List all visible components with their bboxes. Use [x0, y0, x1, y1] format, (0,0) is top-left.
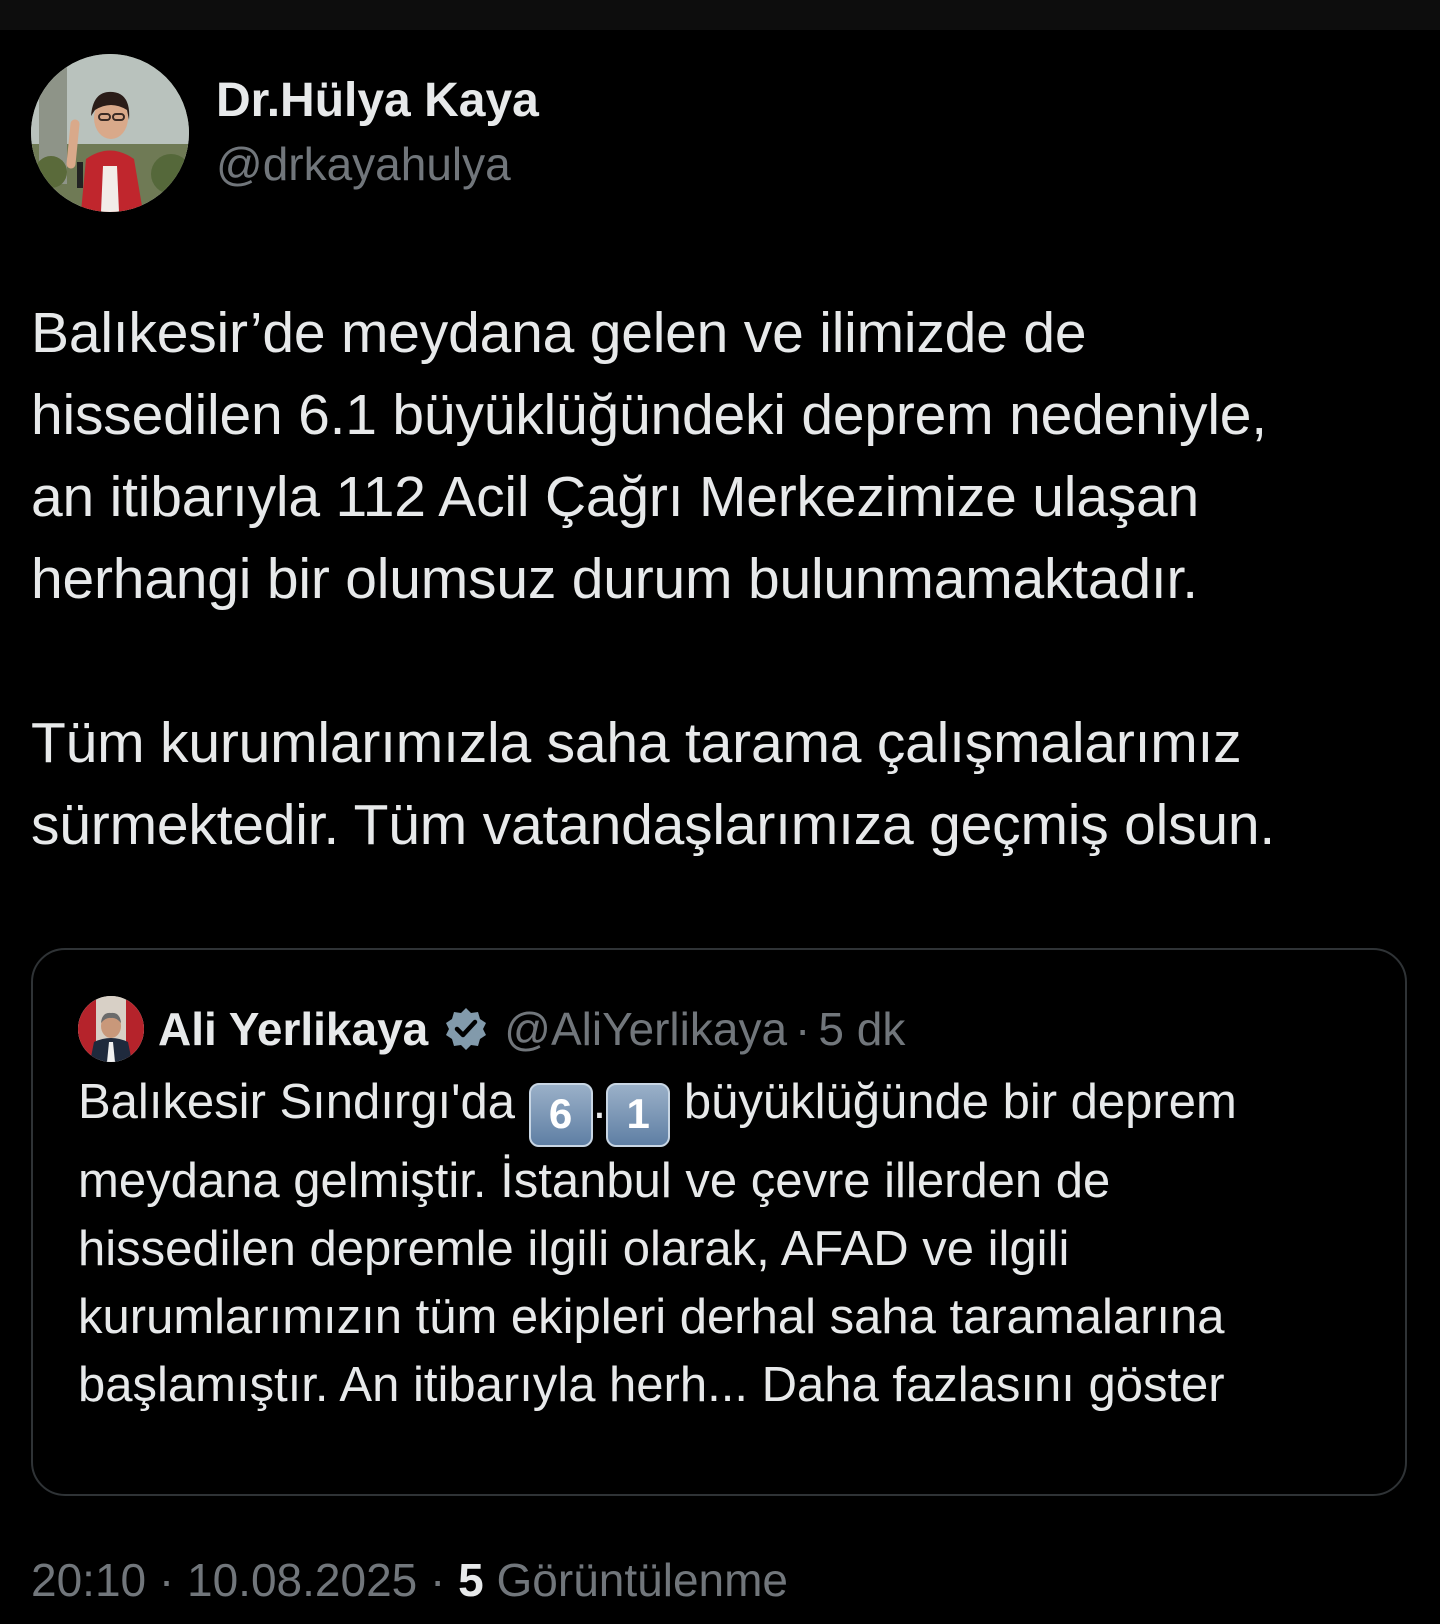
views-label: Görüntülenme — [496, 1554, 789, 1606]
tweet-text-line: Tüm kurumlarımızla saha tarama çalışmala… — [31, 711, 1242, 775]
author-row: Dr.Hülya Kaya @drkayahulya — [31, 53, 539, 213]
top-status-strip — [0, 0, 1440, 30]
tweet-meta: 20:10 · 10.08.2025 · 5 Görüntülenme — [31, 1550, 788, 1610]
tweet-text-line: Balıkesir’de meydana gelen ve ilimizde d… — [31, 301, 1087, 365]
quoted-text-segment: Balıkesir Sındırgı'da — [78, 1075, 529, 1129]
tweet-text-line: sürmektedir. Tüm vatandaşlarımıza geçmiş… — [31, 793, 1276, 857]
show-more-link[interactable]: Daha fazlasını göster — [762, 1358, 1225, 1412]
quoted-author-avatar[interactable] — [78, 996, 144, 1062]
keycap-six-emoji: 6 — [528, 1083, 593, 1147]
meta-separator: · — [430, 1554, 446, 1606]
quoted-text-line: meydana gelmiştir. İstanbul ve çevre ill… — [78, 1154, 1111, 1208]
keycap-dot: . — [592, 1075, 607, 1129]
author-handle[interactable]: @drkayahulya — [216, 134, 539, 194]
quoted-text-line: başlamıştır. An itibarıyla herh... Daha … — [78, 1351, 1378, 1419]
tweet-text-line: an itibarıyla 112 Acil Çağrı Merkezimize… — [31, 465, 1200, 529]
tweet-text-line: hissedilen 6.1 büyüklüğündeki deprem ned… — [31, 383, 1267, 447]
quoted-text-line: kurumlarımızın tüm ekipleri derhal saha … — [78, 1290, 1225, 1344]
quoted-author-handle[interactable]: @AliYerlikaya — [504, 1002, 787, 1056]
quoted-text-line: hissedilen depremle ilgili olarak, AFAD … — [78, 1222, 1070, 1276]
quoted-author-name[interactable]: Ali Yerlikaya — [158, 1002, 428, 1056]
quoted-text-segment: başlamıştır. An itibarıyla herh... — [78, 1358, 762, 1412]
quoted-text-segment: büyüklüğünde bir deprem — [670, 1075, 1237, 1129]
quoted-tweet-card[interactable]: Ali Yerlikaya @AliYerlikaya · 5 dk Balık… — [31, 948, 1407, 1496]
verified-badge-icon — [442, 1005, 490, 1053]
views-count: 5 — [458, 1554, 484, 1606]
tweet-text: Balıkesir’de meydana gelen ve ilimizde d… — [31, 292, 1411, 866]
quoted-text-line: Balıkesir Sındırgı'da 6.1 büyüklüğünde b… — [78, 1068, 1378, 1147]
author-names: Dr.Hülya Kaya @drkayahulya — [216, 72, 539, 194]
quoted-tweet-time[interactable]: 5 dk — [818, 1002, 905, 1056]
meta-separator: · — [158, 1554, 175, 1606]
tweet-date[interactable]: 10.08.2025 — [187, 1554, 417, 1606]
quoted-tweet-header: Ali Yerlikaya @AliYerlikaya · 5 dk — [78, 994, 905, 1064]
keycap-one-emoji: 1 — [606, 1083, 671, 1147]
quoted-tweet-text: Balıkesir Sındırgı'da 6.1 büyüklüğünde b… — [78, 1068, 1378, 1419]
tweet-text-line: herhangi bir olumsuz durum bulunmamaktad… — [31, 547, 1198, 611]
tweet: Dr.Hülya Kaya @drkayahulya Balıkesir’de … — [0, 30, 1440, 1624]
author-avatar[interactable] — [31, 54, 189, 212]
quoted-header-separator: · — [795, 1003, 811, 1055]
author-display-name[interactable]: Dr.Hülya Kaya — [216, 72, 539, 130]
tweet-time[interactable]: 20:10 — [31, 1554, 146, 1606]
